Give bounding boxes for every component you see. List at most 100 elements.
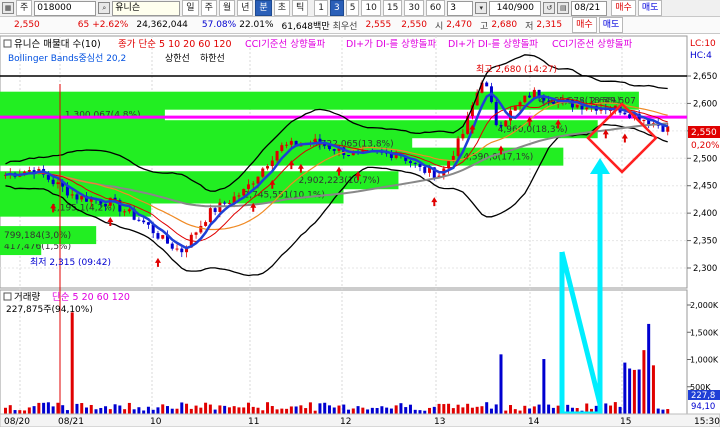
candle-body bbox=[146, 222, 150, 225]
period-tabs: 일주월년분초틱 bbox=[180, 0, 309, 16]
buy-order-button[interactable]: 매수 bbox=[572, 17, 597, 33]
stock-code-input[interactable]: 018000 bbox=[34, 0, 97, 16]
grid-icon[interactable]: ▦ bbox=[2, 2, 14, 14]
calendar-icon[interactable]: ▤ bbox=[557, 2, 570, 14]
interval-tab-4[interactable]: 15 bbox=[382, 0, 403, 16]
candle-body bbox=[585, 107, 589, 110]
volume-tag-text: 227,8 bbox=[691, 391, 715, 401]
legend-upper: 상한선 bbox=[165, 53, 190, 64]
candle-body bbox=[170, 243, 174, 249]
volume-bar bbox=[294, 406, 298, 414]
candle-body bbox=[266, 166, 270, 169]
stock-chart[interactable]: 417,476(1,5%)799,184(3,0%)1,195,1(4,2%)2… bbox=[0, 34, 720, 427]
volume-bar bbox=[32, 406, 36, 414]
legend-cci-1: CCI기준선 상향돌파 bbox=[245, 38, 326, 50]
candle-body bbox=[499, 125, 503, 127]
interval-tab-3[interactable]: 10 bbox=[361, 0, 381, 16]
volume-bar bbox=[99, 407, 103, 414]
period-tab-6[interactable]: 틱 bbox=[291, 0, 309, 16]
interval-tabs: 1 3 5 10 15 30 60 bbox=[312, 0, 446, 16]
time-label: 15:30 bbox=[694, 417, 720, 427]
volume-profile-label: 799,184(3,0%) bbox=[4, 231, 71, 241]
stock-name-field[interactable]: 유니슨 bbox=[112, 0, 181, 16]
data-count-field[interactable]: 140/900 bbox=[489, 0, 542, 16]
volume-bar bbox=[413, 409, 417, 414]
candle-body bbox=[208, 208, 212, 223]
period-tab-0[interactable]: 일 bbox=[182, 0, 199, 16]
interval-tab-5[interactable]: 30 bbox=[404, 0, 424, 16]
volume-bar bbox=[223, 405, 227, 414]
reset-icon[interactable]: ↺ bbox=[543, 2, 556, 14]
volume-bar bbox=[270, 406, 274, 414]
chart-toolbar: ▦ 주 018000 ⌕ 유니슨 일주월년분초틱 1 3 5 10 15 30 60 3 ▾… bbox=[0, 0, 720, 17]
interval-tab-1[interactable]: 3 bbox=[329, 0, 344, 16]
time-label: 08/20 bbox=[4, 417, 30, 427]
chevron-down-icon[interactable]: ▾ bbox=[475, 2, 488, 14]
volume-bar bbox=[46, 402, 50, 414]
volume-bar bbox=[504, 410, 508, 414]
search-icon[interactable]: ⌕ bbox=[98, 2, 111, 14]
volume-bar bbox=[204, 402, 208, 414]
legend-cci-2: CCI기준선 상향돌파 bbox=[552, 38, 633, 50]
candle-body bbox=[623, 112, 627, 115]
period-tab-4[interactable]: 분 bbox=[255, 0, 272, 16]
volume-bar bbox=[89, 404, 93, 414]
volume-bar bbox=[389, 408, 393, 414]
priority-label: 최우선 bbox=[332, 21, 358, 32]
low-label: 저 bbox=[525, 21, 534, 32]
volume-bar bbox=[475, 406, 479, 414]
volume-bar bbox=[251, 406, 255, 414]
interval-tab-6[interactable]: 60 bbox=[425, 0, 446, 16]
volume-profile-label: 1,300,067(4,8%) bbox=[65, 110, 141, 120]
volume-bar bbox=[499, 354, 503, 414]
candle-body bbox=[456, 138, 460, 156]
volume-bar bbox=[275, 409, 279, 414]
volume-bar bbox=[308, 402, 312, 414]
high-price: 2,680 bbox=[491, 20, 518, 30]
buy-button[interactable]: 매수 bbox=[611, 0, 636, 16]
volume-bar bbox=[132, 409, 136, 414]
interval-tab-2[interactable]: 5 bbox=[345, 0, 360, 16]
candle-body bbox=[194, 232, 198, 235]
mode-button[interactable]: 주 bbox=[16, 0, 33, 16]
candle-body bbox=[261, 168, 265, 177]
volume-bar bbox=[65, 410, 69, 414]
sell-button[interactable]: 매도 bbox=[637, 0, 663, 16]
volume-bar bbox=[127, 402, 131, 414]
volume-panel[interactable] bbox=[0, 289, 688, 415]
volume-bar bbox=[256, 407, 260, 414]
sell-order-button[interactable]: 매도 bbox=[598, 17, 624, 33]
volume-bar bbox=[218, 405, 222, 414]
volume-bar bbox=[661, 409, 665, 414]
date-field[interactable]: 08/21 bbox=[571, 0, 608, 16]
volume-bar bbox=[394, 405, 398, 414]
volume-bar bbox=[489, 408, 493, 414]
volume-bar bbox=[323, 402, 327, 414]
time-label: 15 bbox=[620, 417, 631, 427]
interval-tab-0[interactable]: 1 bbox=[314, 0, 328, 16]
volume-legend-box-icon bbox=[3, 292, 12, 301]
price-tick-label: 2,350 bbox=[693, 237, 717, 247]
price-tick-label: 2,600 bbox=[693, 99, 717, 109]
period-tab-2[interactable]: 월 bbox=[218, 0, 236, 16]
turnover-rate: 22.01% bbox=[239, 20, 274, 30]
candle-body bbox=[413, 163, 417, 165]
volume-bar bbox=[370, 407, 374, 414]
interval-select[interactable]: 3 bbox=[447, 0, 474, 16]
candle-body bbox=[532, 89, 536, 98]
volume-bar bbox=[285, 408, 289, 414]
candle-body bbox=[75, 194, 79, 200]
period-tab-1[interactable]: 주 bbox=[200, 0, 217, 16]
open-price: 2,470 bbox=[446, 20, 473, 30]
period-tab-3[interactable]: 년 bbox=[237, 0, 254, 16]
volume-bar bbox=[399, 403, 403, 414]
volume-bar bbox=[299, 405, 303, 414]
volume-bar bbox=[332, 407, 336, 414]
volume-bar bbox=[447, 403, 451, 414]
volume-bar bbox=[480, 406, 484, 414]
volume-bar bbox=[537, 404, 541, 414]
legend-box-icon bbox=[3, 39, 12, 48]
current-price: 2,550 bbox=[14, 20, 40, 30]
period-tab-5[interactable]: 초 bbox=[273, 0, 290, 16]
candle-body bbox=[461, 133, 465, 139]
